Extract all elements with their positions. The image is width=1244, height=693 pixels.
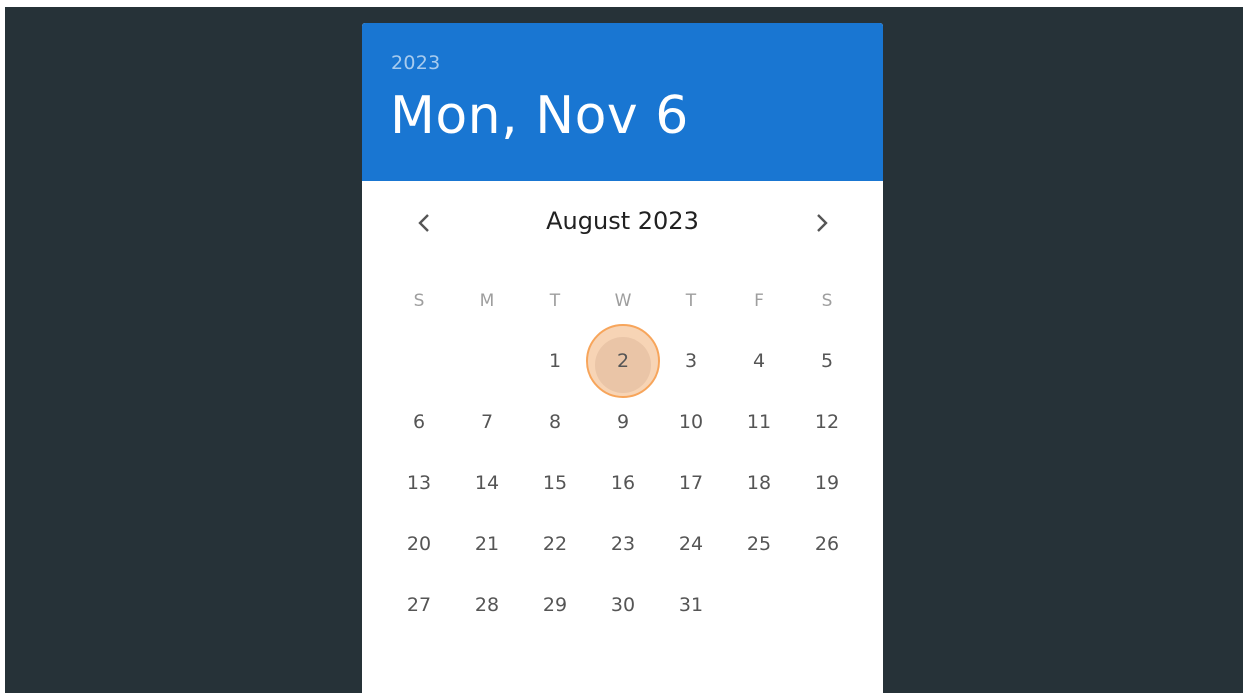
day-cell[interactable]: 29	[521, 594, 589, 616]
day-number: 23	[610, 532, 636, 555]
day-number: 30	[610, 593, 636, 616]
day-number: 11	[746, 411, 772, 434]
day-number: 1	[548, 350, 562, 373]
day-number: 28	[474, 593, 500, 616]
week-row: 13 14 15 16 17 18 19	[385, 453, 861, 514]
weekday-label: S	[821, 291, 833, 311]
day-cell[interactable]: 22	[521, 533, 589, 555]
day-cell[interactable]: 13	[385, 472, 453, 494]
next-month-button[interactable]	[807, 208, 837, 238]
day-cell[interactable]: 11	[725, 411, 793, 433]
weekday-label: T	[549, 291, 561, 311]
week-row: 20 21 22 23 24 25 26	[385, 513, 861, 574]
day-cell[interactable]: 3	[657, 350, 725, 372]
day-number: 14	[474, 471, 500, 494]
day-number: 20	[406, 532, 432, 555]
day-cell[interactable]: 12	[793, 411, 861, 433]
weekday-label: S	[413, 291, 425, 311]
day-cell[interactable]: 19	[793, 472, 861, 494]
day-number: 8	[548, 411, 562, 434]
day-cell[interactable]: 7	[453, 411, 521, 433]
weekday-header-row: S M T W T F S	[385, 271, 861, 331]
day-number: 22	[542, 532, 568, 555]
day-cell[interactable]: 28	[453, 594, 521, 616]
day-cell[interactable]: 16	[589, 472, 657, 494]
day-cell[interactable]: 26	[793, 533, 861, 555]
day-cell[interactable]: 6	[385, 411, 453, 433]
weekday-label: F	[754, 291, 764, 311]
day-number: 3	[684, 350, 698, 373]
chevron-right-icon	[817, 214, 828, 232]
day-cell[interactable]: 30	[589, 594, 657, 616]
weekday-label: T	[685, 291, 697, 311]
day-cell[interactable]: 25	[725, 533, 793, 555]
day-number: 10	[678, 411, 704, 434]
day-number: 2	[616, 350, 630, 373]
day-cell[interactable]: 31	[657, 594, 725, 616]
week-row: 6 7 8 9 10 11 12	[385, 392, 861, 453]
day-number: 29	[542, 593, 568, 616]
day-number: 4	[752, 350, 766, 373]
day-number: 15	[542, 471, 568, 494]
picker-header: 2023 Mon, Nov 6	[362, 23, 883, 181]
day-cell[interactable]: 8	[521, 411, 589, 433]
day-number: 25	[746, 532, 772, 555]
day-number: 31	[678, 593, 704, 616]
day-number: 26	[814, 532, 840, 555]
day-number: 24	[678, 532, 704, 555]
day-cell[interactable]: 21	[453, 533, 521, 555]
day-cell[interactable]: 23	[589, 533, 657, 555]
day-cell-highlighted[interactable]: 2	[586, 324, 660, 399]
day-cell[interactable]: 4	[725, 350, 793, 372]
month-label: August 2023	[546, 207, 699, 235]
day-cell[interactable]: 15	[521, 472, 589, 494]
day-number: 9	[616, 411, 630, 434]
week-row: 1 2 3 4 5	[385, 324, 861, 399]
day-cell[interactable]: 18	[725, 472, 793, 494]
date-picker-dialog: 2023 Mon, Nov 6 August 2023 S M T W T F …	[362, 23, 883, 693]
weekday-label: W	[614, 291, 632, 311]
day-cell[interactable]: 27	[385, 594, 453, 616]
day-number: 12	[814, 411, 840, 434]
day-number: 6	[412, 411, 426, 434]
day-number: 7	[480, 411, 494, 434]
day-cell[interactable]: 17	[657, 472, 725, 494]
day-number: 27	[406, 593, 432, 616]
day-cell[interactable]: 1	[521, 350, 589, 372]
day-number: 16	[610, 471, 636, 494]
day-cell[interactable]: 10	[657, 411, 725, 433]
day-number: 18	[746, 471, 772, 494]
day-cell[interactable]: 24	[657, 533, 725, 555]
weekday-label: M	[479, 291, 495, 311]
selected-date-label[interactable]: Mon, Nov 6	[390, 86, 689, 146]
day-number: 21	[474, 532, 500, 555]
year-selector[interactable]: 2023	[391, 52, 441, 74]
day-cell[interactable]: 14	[453, 472, 521, 494]
week-row: 27 28 29 30 31	[385, 574, 861, 635]
day-number: 17	[678, 471, 704, 494]
day-number: 5	[820, 350, 834, 373]
day-cell[interactable]: 9	[589, 411, 657, 433]
day-number: 19	[814, 471, 840, 494]
day-number: 13	[406, 471, 432, 494]
day-cell[interactable]: 20	[385, 533, 453, 555]
day-cell[interactable]: 5	[793, 350, 861, 372]
calendar-grid: S M T W T F S 1 2 3 4 5 6 7 8 9 10 11 12	[385, 271, 861, 635]
